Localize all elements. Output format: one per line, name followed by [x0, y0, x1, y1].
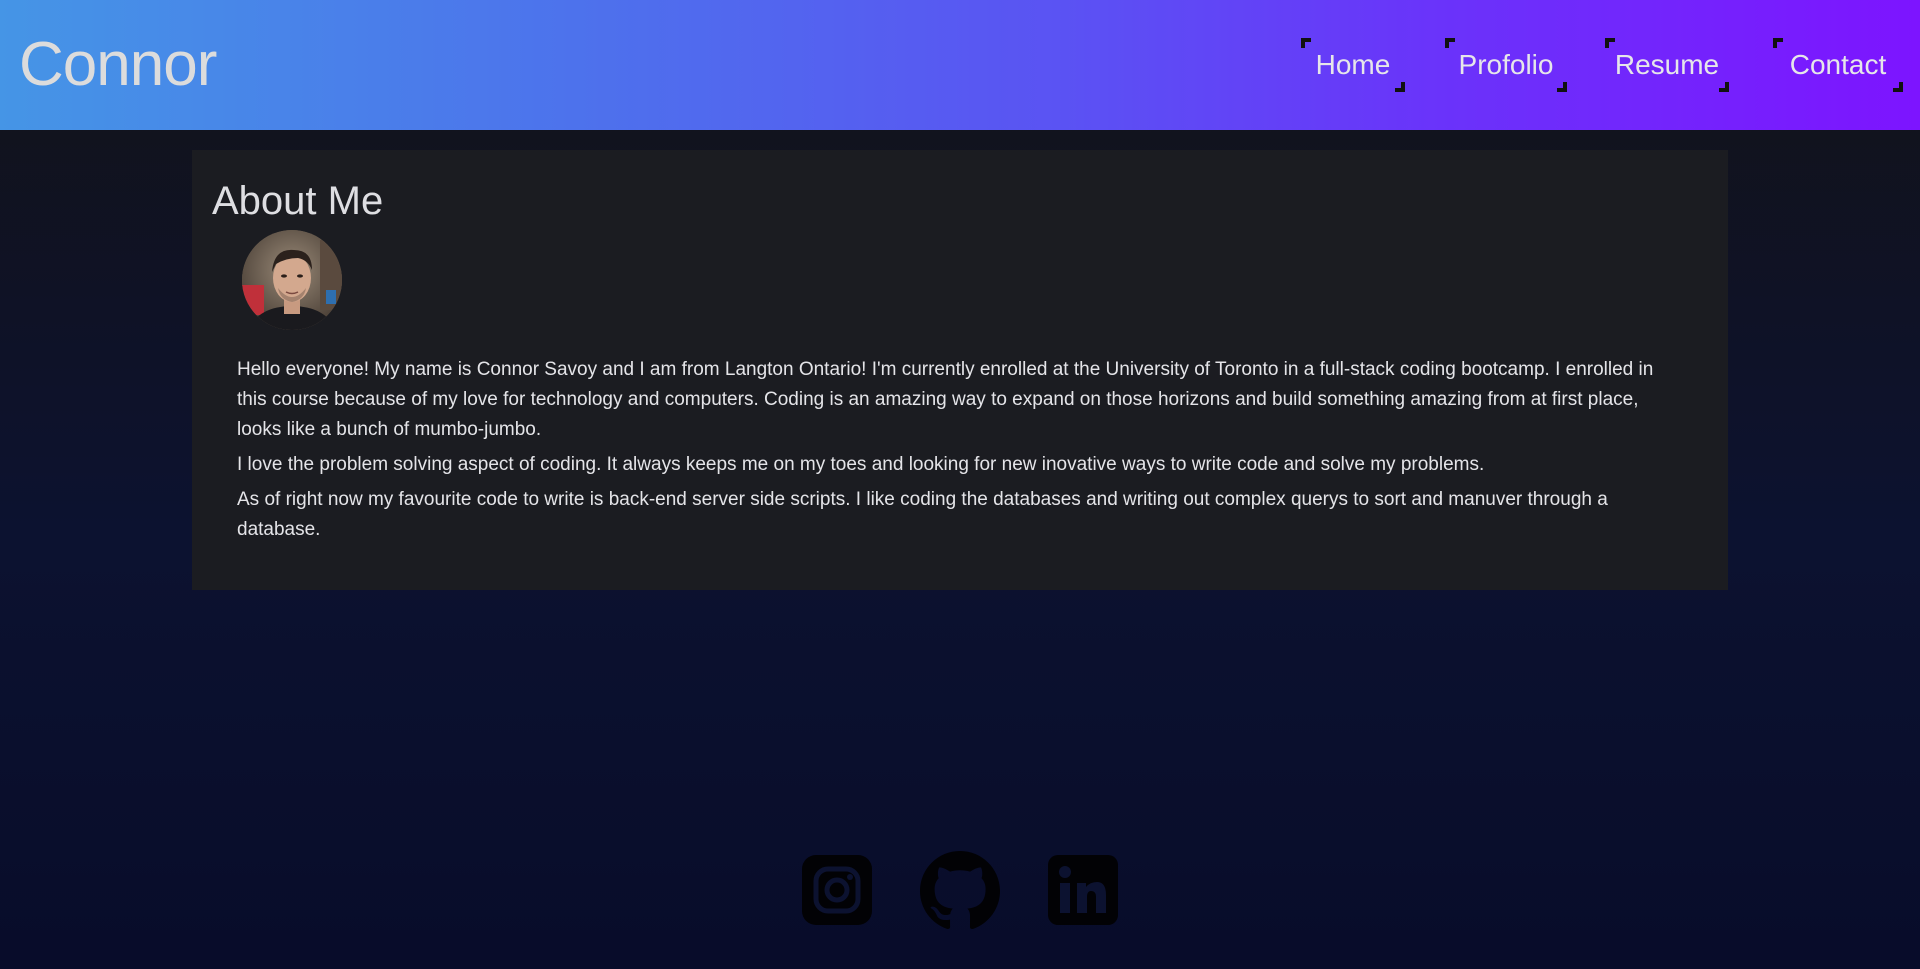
- brand-title[interactable]: Connor: [19, 30, 217, 100]
- nav-item-label: Resume: [1614, 49, 1720, 80]
- avatar: [242, 230, 342, 330]
- bio-paragraph: I love the problem solving aspect of cod…: [237, 454, 1485, 475]
- nav-item-contact[interactable]: Contact: [1773, 36, 1903, 94]
- nav-corner-decoration: [1395, 82, 1405, 92]
- site-header: Connor Home Profolio Resume Contact: [0, 0, 1920, 130]
- nav-item-profolio[interactable]: Profolio: [1445, 36, 1567, 94]
- nav-corner-decoration: [1893, 82, 1903, 92]
- about-me-heading: About Me: [212, 179, 384, 223]
- nav-corner-decoration: [1605, 38, 1615, 48]
- profile-photo: [242, 230, 342, 330]
- social-links: [800, 851, 1120, 931]
- nav-item-label: Contact: [1789, 49, 1887, 80]
- nav-item-label: Profolio: [1458, 49, 1554, 80]
- nav-corner-decoration: [1557, 82, 1567, 92]
- bio-paragraph: As of right now my favourite code to wri…: [237, 489, 1608, 540]
- github-icon[interactable]: [920, 851, 1000, 936]
- nav-corner-decoration: [1773, 38, 1783, 48]
- about-me-card: About Me Hello everyone! My name is Conn…: [192, 150, 1728, 590]
- instagram-icon[interactable]: [802, 855, 872, 930]
- nav-corner-decoration: [1719, 82, 1729, 92]
- bio-paragraph: Hello everyone! My name is Connor Savoy …: [237, 359, 1654, 440]
- nav-corner-decoration: [1445, 38, 1455, 48]
- main-nav: Home Profolio Resume Contact: [1301, 36, 1903, 94]
- nav-item-home[interactable]: Home: [1301, 36, 1405, 94]
- nav-corner-decoration: [1301, 38, 1311, 48]
- nav-item-resume[interactable]: Resume: [1605, 36, 1729, 94]
- linkedin-icon[interactable]: [1048, 855, 1118, 930]
- nav-item-label: Home: [1315, 49, 1391, 80]
- about-me-bio: Hello everyone! My name is Connor Savoy …: [237, 355, 1682, 550]
